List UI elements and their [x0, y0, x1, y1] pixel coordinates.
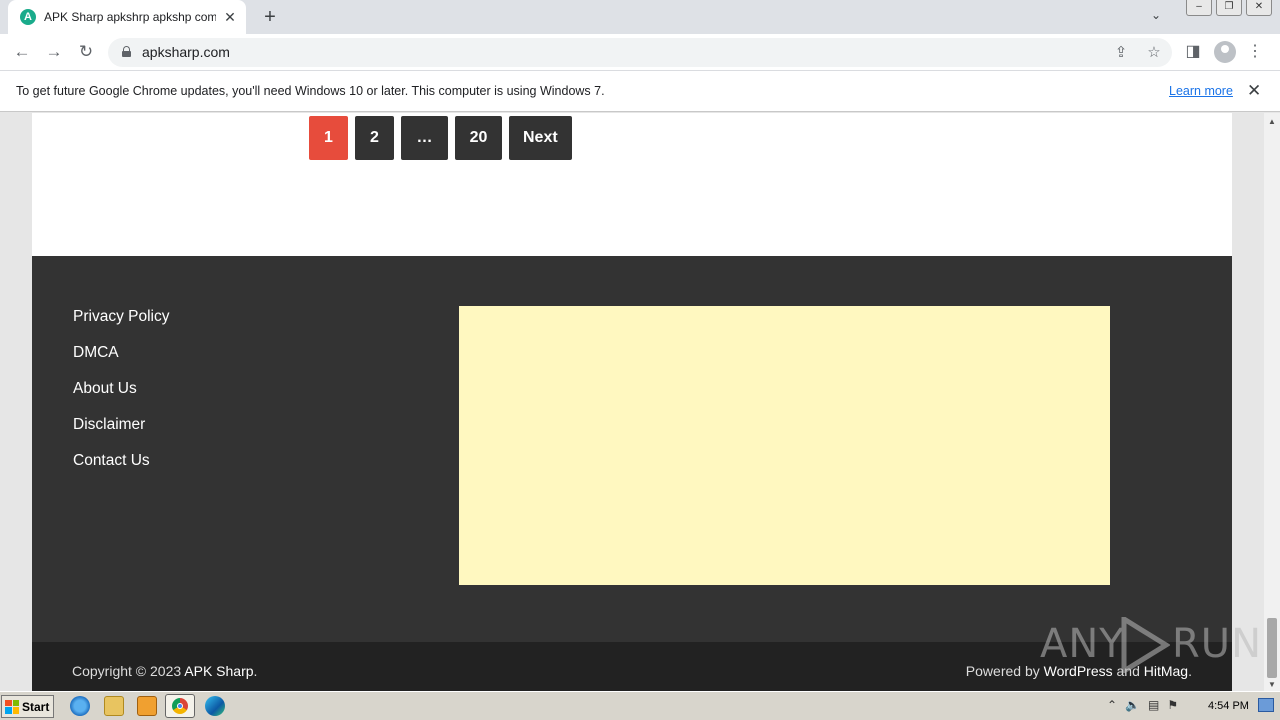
powered-prefix: Powered by — [965, 663, 1044, 679]
tab-title: APK Sharp apkshrp apkshp com - Yo — [44, 10, 216, 24]
update-infobar: To get future Google Chrome updates, you… — [0, 71, 1280, 112]
tray-expand-icon[interactable]: ⌃ — [1107, 698, 1117, 712]
restore-icon[interactable]: ❐ — [1216, 0, 1242, 16]
tab-close-icon[interactable]: ✕ — [222, 9, 238, 26]
lock-icon[interactable] — [122, 46, 131, 57]
scroll-down-icon[interactable]: ▼ — [1268, 680, 1276, 689]
pagination: 1 2 … 20 Next — [309, 116, 572, 160]
bookmark-star-icon[interactable]: ☆ — [1145, 43, 1163, 61]
browser-tab[interactable]: A APK Sharp apkshrp apkshp com - Yo ✕ — [8, 0, 246, 34]
share-icon[interactable]: ⇪ — [1112, 43, 1130, 61]
system-tray: ⌃ 🔈 ▤ ⚑ — [1107, 698, 1178, 712]
reload-icon[interactable]: ↻ — [74, 40, 98, 64]
learn-more-link[interactable]: Learn more — [1169, 84, 1233, 98]
scroll-thumb[interactable] — [1267, 618, 1277, 678]
footer-link-disclaimer[interactable]: Disclaimer — [73, 416, 169, 452]
edge-icon[interactable] — [205, 696, 225, 716]
footer-link-contact-us[interactable]: Contact Us — [73, 452, 169, 488]
window-controls: – ❐ ✕ — [1186, 0, 1272, 16]
scroll-up-icon[interactable]: ▲ — [1268, 117, 1276, 126]
page-scrollbar[interactable]: ▲ ▼ — [1264, 113, 1280, 691]
start-button[interactable]: Start — [1, 695, 54, 718]
network-icon[interactable]: ▤ — [1148, 698, 1159, 712]
media-player-icon[interactable] — [137, 696, 157, 716]
new-tab-icon[interactable]: + — [258, 6, 282, 28]
next-page-button[interactable]: Next — [509, 116, 572, 160]
profile-avatar-icon[interactable] — [1214, 41, 1236, 63]
page-viewport: 1 2 … 20 Next Privacy Policy DMCA About … — [0, 113, 1264, 691]
taskbar-clock[interactable]: 4:54 PM — [1208, 700, 1249, 712]
address-bar[interactable]: apksharp.com ⇪ ☆ — [108, 38, 1172, 67]
footer-link-dmca[interactable]: DMCA — [73, 344, 169, 380]
footer-link-about-us[interactable]: About Us — [73, 380, 169, 416]
chrome-taskbar-button[interactable] — [165, 694, 195, 718]
internet-explorer-icon[interactable] — [70, 696, 90, 716]
minimize-icon[interactable]: – — [1186, 0, 1212, 16]
infobar-message: To get future Google Chrome updates, you… — [16, 84, 605, 98]
copyright-text: Copyright © 2023 APK Sharp. — [72, 663, 257, 679]
copyright-suffix: . — [253, 663, 258, 679]
volume-icon[interactable]: 🔈 — [1125, 698, 1140, 712]
tab-search-chevron-icon[interactable]: ⌄ — [1151, 8, 1161, 22]
infobar-close-icon[interactable]: ✕ — [1247, 81, 1261, 101]
action-center-flag-icon[interactable]: ⚑ — [1167, 698, 1178, 712]
copyright-prefix: Copyright © 2023 — [72, 663, 185, 679]
page-1-button[interactable]: 1 — [309, 116, 348, 160]
watermark-text-left: ANY — [1040, 621, 1125, 667]
site-footer: Privacy Policy DMCA About Us Disclaimer … — [32, 256, 1232, 642]
chrome-icon-center — [177, 703, 183, 709]
side-panel-icon[interactable]: ◨ — [1181, 40, 1205, 64]
page-2-button[interactable]: 2 — [355, 116, 394, 160]
watermark-text-right: RUN — [1172, 621, 1262, 667]
menu-kebab-icon[interactable]: ⋮ — [1243, 40, 1267, 64]
play-triangle-icon — [1121, 617, 1170, 673]
site-favicon-icon: A — [20, 9, 36, 25]
forward-arrow-icon[interactable]: → — [42, 40, 66, 64]
tab-strip: A APK Sharp apkshrp apkshp com - Yo ✕ + … — [0, 0, 1280, 34]
footer-links: Privacy Policy DMCA About Us Disclaimer … — [73, 308, 169, 488]
show-desktop-icon[interactable] — [1258, 698, 1274, 712]
start-label: Start — [22, 699, 50, 714]
back-arrow-icon[interactable]: ← — [10, 40, 34, 64]
browser-toolbar: ← → ↻ apksharp.com ⇪ ☆ ◨ ⋮ — [0, 34, 1280, 71]
anyrun-watermark: ANY RUN — [1040, 613, 1261, 673]
page-ellipsis: … — [401, 116, 448, 160]
page-20-button[interactable]: 20 — [455, 116, 502, 160]
windows-taskbar: Start ⌃ 🔈 ▤ ⚑ 4:54 PM — [0, 691, 1280, 720]
ad-placeholder[interactable] — [459, 306, 1110, 585]
windows-flag-icon — [5, 699, 19, 714]
url-text[interactable]: apksharp.com — [142, 44, 230, 60]
file-explorer-icon[interactable] — [104, 696, 124, 716]
site-name-link[interactable]: APK Sharp — [184, 663, 253, 679]
content-area — [32, 113, 1232, 256]
footer-link-privacy-policy[interactable]: Privacy Policy — [73, 308, 169, 344]
close-window-icon[interactable]: ✕ — [1246, 0, 1272, 16]
